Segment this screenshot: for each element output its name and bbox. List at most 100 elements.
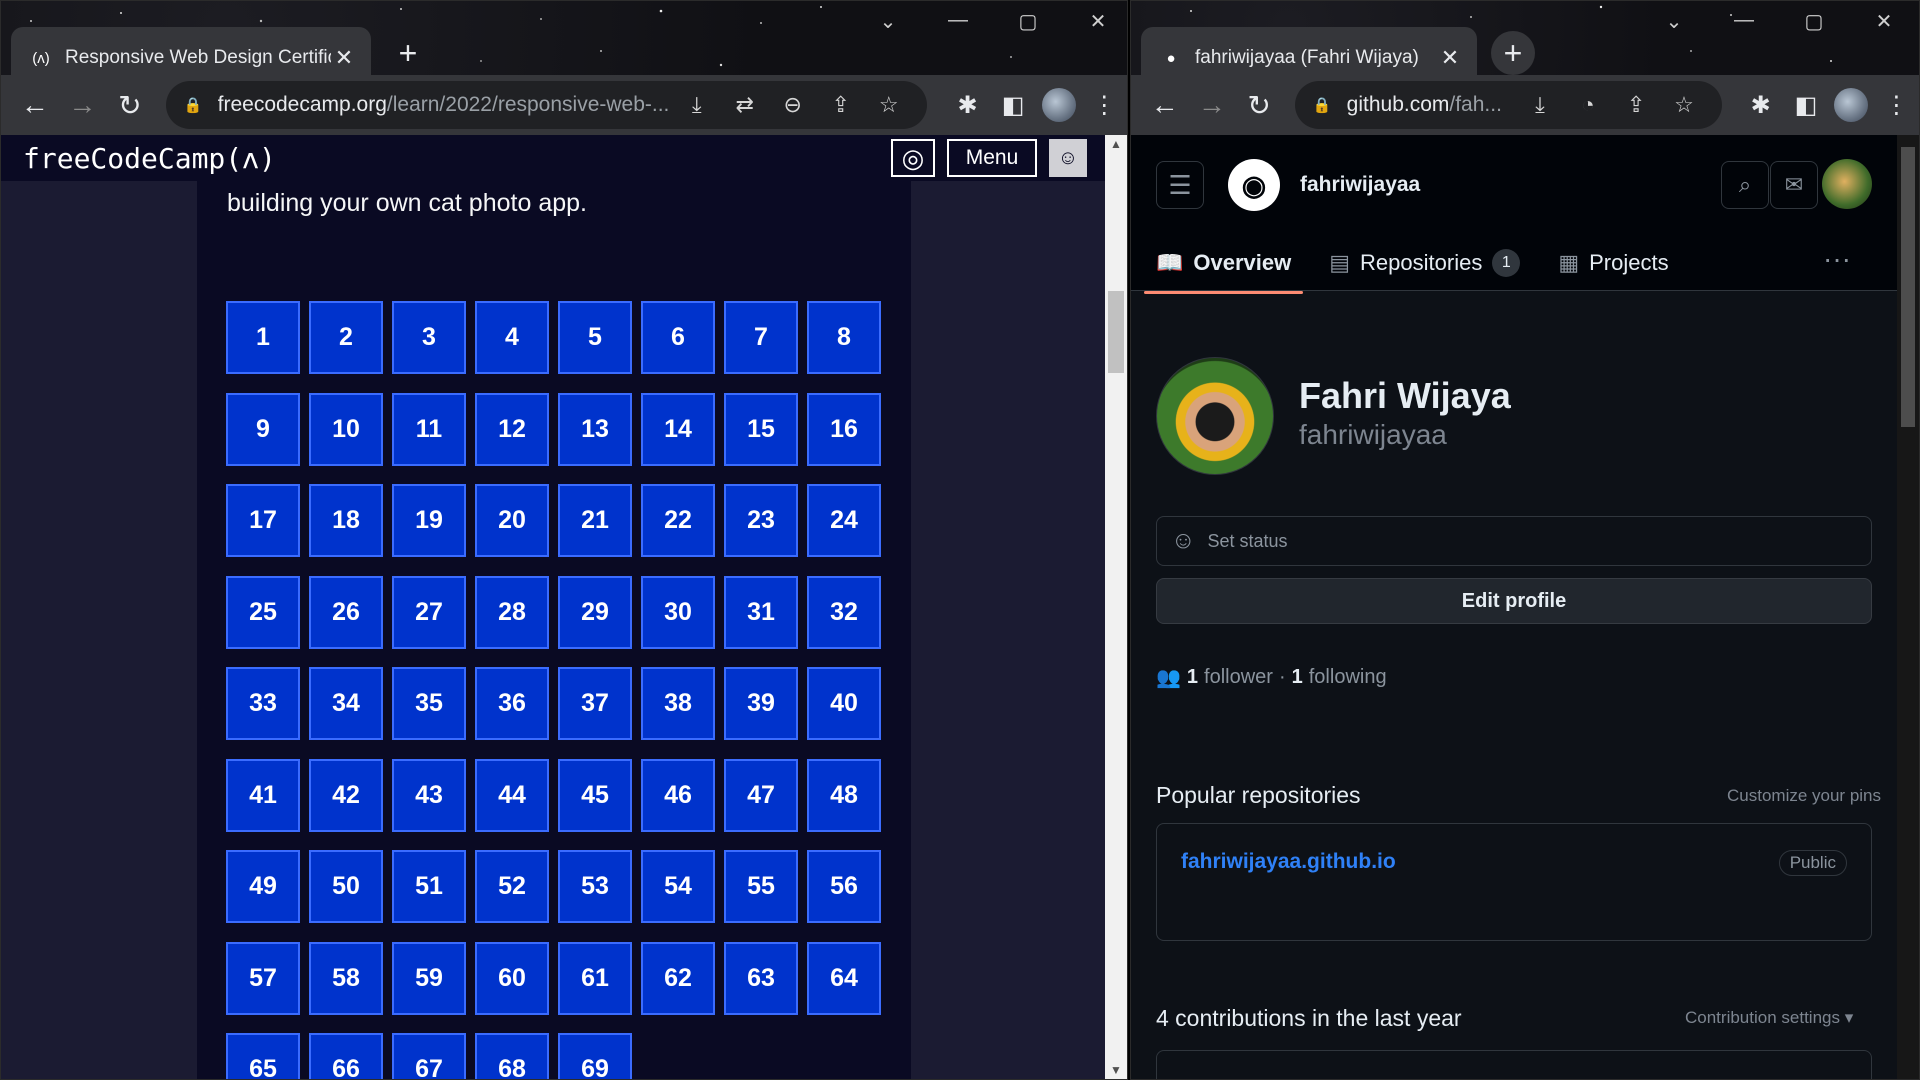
bookmark-star-icon[interactable]: ☆ <box>1660 92 1708 118</box>
step-button[interactable]: 34 <box>309 667 383 740</box>
step-button[interactable]: 27 <box>392 575 466 649</box>
step-button[interactable]: 41 <box>226 758 300 832</box>
customize-pins-link[interactable]: Customize your pins <box>1727 786 1881 806</box>
step-button[interactable]: 33 <box>226 667 300 740</box>
step-button[interactable]: 65 <box>226 1033 300 1079</box>
step-button[interactable]: 30 <box>641 575 715 649</box>
step-button[interactable]: 10 <box>309 392 383 466</box>
share-icon[interactable]: ⇪ <box>1612 92 1660 118</box>
tab-search-icon[interactable]: ⌄ <box>853 9 923 34</box>
close-window-icon[interactable]: ✕ <box>1849 9 1919 34</box>
step-button[interactable]: 24 <box>807 484 881 557</box>
step-button[interactable]: 49 <box>226 850 300 923</box>
profile-avatar[interactable] <box>1829 82 1874 128</box>
github-logo-icon[interactable]: ◉ <box>1228 159 1280 211</box>
share-icon[interactable]: ⇪ <box>817 92 865 118</box>
followers-link[interactable]: follower <box>1204 666 1273 689</box>
step-button[interactable]: 48 <box>807 758 881 832</box>
new-tab-button[interactable]: + <box>386 31 430 75</box>
step-button[interactable]: 22 <box>641 484 715 557</box>
step-button[interactable]: 8 <box>807 301 881 374</box>
install-app-icon[interactable]: ⤓ <box>1516 92 1564 118</box>
step-button[interactable]: 64 <box>807 941 881 1015</box>
zoom-out-icon[interactable]: ⊖ <box>769 92 817 118</box>
set-status-button[interactable]: ☺ Set status <box>1156 516 1872 566</box>
step-button[interactable]: 44 <box>475 758 549 832</box>
edit-profile-button[interactable]: Edit profile <box>1156 578 1872 624</box>
profile-avatar[interactable] <box>1036 82 1082 128</box>
page-scrollbar[interactable] <box>1897 135 1919 1079</box>
extensions-icon[interactable]: ✱ <box>1738 82 1783 128</box>
step-button[interactable]: 38 <box>641 667 715 740</box>
fcc-logo[interactable]: freeCodeCamp(ʌ) <box>23 142 276 175</box>
close-tab-icon[interactable]: ✕ <box>1437 45 1463 71</box>
more-tabs-icon[interactable]: ··· <box>1823 243 1851 275</box>
step-button[interactable]: 36 <box>475 667 549 740</box>
step-button[interactable]: 61 <box>558 941 632 1015</box>
menu-button[interactable]: Menu <box>947 139 1037 177</box>
step-button[interactable]: 46 <box>641 758 715 832</box>
contribution-settings-dropdown[interactable]: Contribution settings ▾ <box>1685 1008 1853 1028</box>
step-button[interactable]: 11 <box>392 392 466 466</box>
step-button[interactable]: 35 <box>392 667 466 740</box>
step-button[interactable]: 14 <box>641 392 715 466</box>
step-button[interactable]: 68 <box>475 1033 549 1079</box>
side-panel-icon[interactable]: ◧ <box>990 82 1036 128</box>
step-button[interactable]: 3 <box>392 301 466 374</box>
step-button[interactable]: 19 <box>392 484 466 557</box>
minimize-icon[interactable]: — <box>923 9 993 34</box>
step-button[interactable]: 20 <box>475 484 549 557</box>
back-icon[interactable]: ← <box>11 81 59 129</box>
step-button[interactable]: 5 <box>558 301 632 374</box>
user-avatar-icon[interactable]: ☺ <box>1049 139 1087 177</box>
language-globe-icon[interactable]: ◎ <box>891 139 935 177</box>
step-button[interactable]: 4 <box>475 301 549 374</box>
performance-icon[interactable]: ◔ <box>1564 92 1612 118</box>
back-icon[interactable]: ← <box>1141 81 1188 129</box>
step-button[interactable]: 29 <box>558 575 632 649</box>
tab-overview[interactable]: 📖 Overview <box>1143 243 1304 294</box>
step-button[interactable]: 63 <box>724 941 798 1015</box>
step-button[interactable]: 40 <box>807 667 881 740</box>
address-bar[interactable]: 🔒 freecodecamp.org/learn/2022/responsive… <box>165 81 927 129</box>
step-button[interactable]: 57 <box>226 941 300 1015</box>
step-button[interactable]: 13 <box>558 392 632 466</box>
step-button[interactable]: 17 <box>226 484 300 557</box>
step-button[interactable]: 1 <box>226 301 300 374</box>
forward-icon[interactable]: → <box>1188 81 1235 129</box>
step-button[interactable]: 59 <box>392 941 466 1015</box>
step-button[interactable]: 6 <box>641 301 715 374</box>
scroll-up-icon[interactable]: ▲ <box>1105 137 1127 151</box>
step-button[interactable]: 43 <box>392 758 466 832</box>
step-button[interactable]: 66 <box>309 1033 383 1079</box>
forward-icon[interactable]: → <box>59 81 107 129</box>
step-button[interactable]: 42 <box>309 758 383 832</box>
following-link[interactable]: following <box>1309 666 1387 689</box>
step-button[interactable]: 25 <box>226 575 300 649</box>
step-button[interactable]: 28 <box>475 575 549 649</box>
step-button[interactable]: 55 <box>724 850 798 923</box>
step-button[interactable]: 18 <box>309 484 383 557</box>
profile-photo[interactable] <box>1156 357 1274 475</box>
step-button[interactable]: 56 <box>807 850 881 923</box>
reload-icon[interactable]: ↻ <box>106 81 154 129</box>
step-button[interactable]: 37 <box>558 667 632 740</box>
scrollbar-thumb[interactable] <box>1901 147 1915 427</box>
new-tab-button[interactable]: + <box>1491 31 1535 75</box>
search-icon[interactable]: ⌕ <box>1721 161 1769 209</box>
step-button[interactable]: 51 <box>392 850 466 923</box>
scroll-down-icon[interactable]: ▼ <box>1105 1063 1127 1077</box>
repo-link[interactable]: fahriwijayaa.github.io <box>1181 850 1396 874</box>
chrome-menu-icon[interactable]: ⋮ <box>1081 82 1127 128</box>
tab-projects[interactable]: ▦ Projects <box>1558 243 1668 283</box>
translate-icon[interactable]: ⇄ <box>721 92 769 118</box>
step-button[interactable]: 26 <box>309 575 383 649</box>
step-button[interactable]: 62 <box>641 941 715 1015</box>
step-button[interactable]: 53 <box>558 850 632 923</box>
side-panel-icon[interactable]: ◧ <box>1783 82 1828 128</box>
extensions-icon[interactable]: ✱ <box>945 82 991 128</box>
step-button[interactable]: 39 <box>724 667 798 740</box>
chrome-menu-icon[interactable]: ⋮ <box>1874 82 1919 128</box>
followers-count[interactable]: 1 <box>1187 666 1198 689</box>
step-button[interactable]: 47 <box>724 758 798 832</box>
